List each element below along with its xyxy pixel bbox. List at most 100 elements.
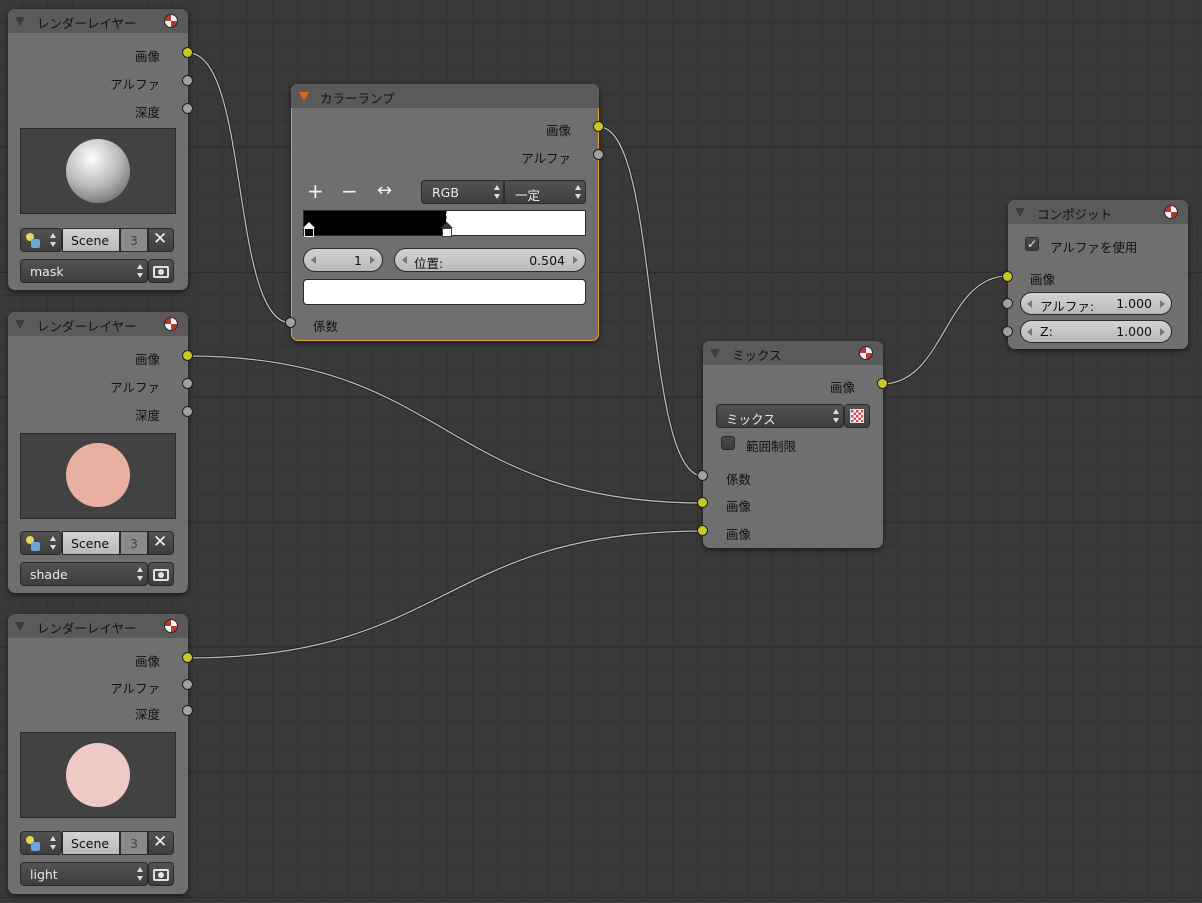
preview-toggle-icon[interactable] (164, 14, 178, 28)
scene-name-field[interactable]: Scene (62, 831, 120, 855)
render-layer-node-light[interactable]: レンダーレイヤー 画像 アルファ 深度 Scene 3 ✕ light (8, 614, 193, 894)
node-header[interactable]: レンダーレイヤー (8, 614, 188, 638)
layer-select[interactable]: light (20, 862, 148, 886)
output-socket-alpha[interactable] (593, 149, 604, 160)
node-header[interactable]: レンダーレイヤー (8, 9, 188, 33)
unlink-scene-button[interactable]: ✕ (148, 531, 174, 555)
unlink-scene-button[interactable]: ✕ (148, 831, 174, 855)
color-mode-select[interactable]: RGB (421, 180, 504, 204)
scene-users-count: 3 (120, 228, 148, 252)
node-title: レンダーレイヤー (37, 319, 137, 334)
collapse-triangle-icon[interactable] (15, 622, 25, 631)
collapse-triangle-icon[interactable] (15, 320, 25, 329)
sphere-preview (66, 139, 130, 203)
close-icon: ✕ (153, 832, 168, 852)
output-socket-alpha[interactable] (182, 75, 193, 86)
color-ramp-node[interactable]: カラーランプ 画像 アルファ + − ↔ RGB 一定 1 位置: 0.504 (285, 84, 604, 341)
preview-toggle-icon[interactable] (164, 317, 178, 331)
input-socket-alpha[interactable] (1002, 298, 1013, 309)
increment-arrow-icon[interactable] (370, 256, 375, 264)
input-label-factor: 係数 (313, 319, 339, 334)
increment-arrow-icon[interactable] (1160, 300, 1165, 308)
layer-select[interactable]: mask (20, 259, 148, 283)
output-socket-image[interactable] (593, 121, 604, 132)
input-socket-image-2[interactable] (697, 525, 708, 536)
decrement-arrow-icon[interactable] (1027, 328, 1032, 336)
output-socket-depth[interactable] (182, 406, 193, 417)
collapse-triangle-icon[interactable] (710, 349, 720, 358)
stop-index-field[interactable]: 1 (303, 248, 383, 272)
stop-position-field[interactable]: 位置: 0.504 (394, 248, 586, 272)
alpha-field[interactable]: アルファ: 1.000 (1020, 292, 1172, 315)
preview-toggle-icon[interactable] (859, 346, 873, 360)
render-preview (20, 128, 176, 214)
node-header[interactable]: ミックス (703, 341, 883, 365)
output-socket-alpha[interactable] (182, 378, 193, 389)
output-label-alpha: アルファ (110, 681, 160, 696)
input-socket-image[interactable] (1002, 271, 1013, 282)
node-title: レンダーレイヤー (37, 621, 137, 636)
composite-node[interactable]: コンポジット ✓ アルファを使用 画像 アルファ: 1.000 Z: 1.000 (1002, 200, 1188, 349)
chevron-updown-icon (50, 233, 57, 247)
input-socket-z[interactable] (1002, 326, 1013, 337)
scene-name-field[interactable]: Scene (62, 531, 120, 555)
use-alpha-toggle[interactable] (844, 404, 870, 428)
input-socket-factor[interactable] (697, 470, 708, 481)
use-alpha-checkbox[interactable]: ✓ (1025, 237, 1039, 251)
collapse-triangle-icon[interactable] (299, 92, 309, 101)
decrement-arrow-icon[interactable] (1027, 300, 1032, 308)
output-socket-depth[interactable] (182, 103, 193, 114)
stop-color-swatch[interactable] (303, 279, 586, 305)
ramp-stop-handle-0[interactable] (303, 222, 315, 237)
output-socket-image[interactable] (182, 47, 193, 58)
collapse-triangle-icon[interactable] (15, 17, 25, 26)
render-scene-icon-button[interactable] (20, 531, 62, 555)
preview-toggle-icon[interactable] (1164, 205, 1178, 219)
output-label-alpha: アルファ (110, 380, 160, 395)
render-scene-icon-button[interactable] (20, 831, 62, 855)
scene-name-field[interactable]: Scene (62, 228, 120, 252)
output-socket-image[interactable] (182, 350, 193, 361)
node-header[interactable]: コンポジット (1008, 200, 1188, 224)
increment-arrow-icon[interactable] (1160, 328, 1165, 336)
decrement-arrow-icon[interactable] (311, 256, 316, 264)
z-value: 1.000 (1116, 324, 1152, 339)
add-stop-button[interactable]: + (307, 179, 324, 203)
node-header[interactable]: カラーランプ (291, 84, 599, 108)
output-socket-image[interactable] (877, 378, 888, 389)
render-layer-node-shade[interactable]: レンダーレイヤー 画像 アルファ 深度 Scene 3 ✕ shade (8, 312, 193, 593)
output-socket-alpha[interactable] (182, 679, 193, 690)
blend-type-select[interactable]: ミックス (716, 404, 844, 428)
decrement-arrow-icon[interactable] (402, 256, 407, 264)
z-field[interactable]: Z: 1.000 (1020, 320, 1172, 343)
layer-name: shade (30, 567, 68, 582)
clamp-checkbox[interactable] (721, 436, 735, 450)
collapse-triangle-icon[interactable] (1015, 208, 1025, 217)
mix-node[interactable]: ミックス 画像 ミックス 範囲制限 係数 画像 画像 (697, 341, 888, 548)
layer-select[interactable]: shade (20, 562, 148, 586)
camera-lens-icon (158, 872, 164, 878)
output-label-alpha: アルファ (521, 151, 571, 166)
remove-stop-button[interactable]: − (341, 179, 358, 203)
use-alpha-label: アルファを使用 (1050, 240, 1138, 255)
color-mode-value: RGB (432, 185, 459, 200)
render-layer-button[interactable] (148, 562, 174, 586)
flip-ramp-button[interactable]: ↔ (377, 180, 392, 201)
output-label-image: 画像 (829, 380, 855, 395)
unlink-scene-button[interactable]: ✕ (148, 228, 174, 252)
render-layer-button[interactable] (148, 259, 174, 283)
preview-toggle-icon[interactable] (164, 619, 178, 633)
input-socket-factor[interactable] (285, 317, 296, 328)
increment-arrow-icon[interactable] (573, 256, 578, 264)
interpolation-select[interactable]: 一定 (504, 180, 586, 204)
node-header[interactable]: レンダーレイヤー (8, 312, 188, 336)
input-socket-image-1[interactable] (697, 497, 708, 508)
ramp-stop-handle-1[interactable] (441, 222, 453, 237)
output-socket-depth[interactable] (182, 705, 193, 716)
render-scene-icon-button[interactable] (20, 228, 62, 252)
render-layer-node-mask[interactable]: レンダーレイヤー 画像 アルファ 深度 Scene 3 ✕ mask (8, 9, 193, 290)
color-ramp-bar[interactable] (303, 210, 586, 237)
output-socket-image[interactable] (182, 652, 193, 663)
render-layer-button[interactable] (148, 862, 174, 886)
disc-preview (66, 443, 130, 507)
